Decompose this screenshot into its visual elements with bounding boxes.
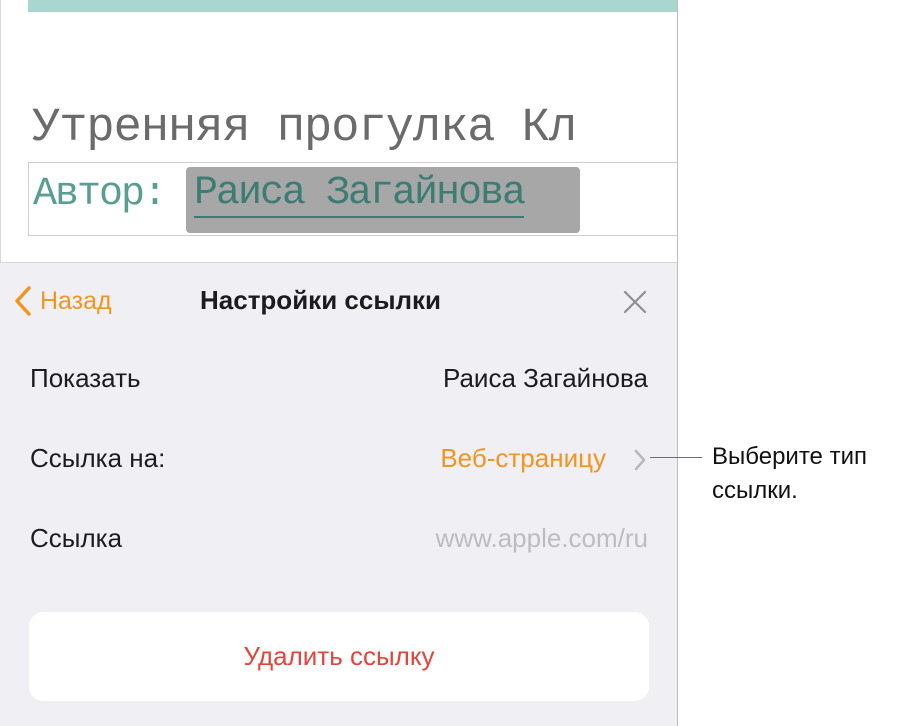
- back-button-label: Назад: [40, 286, 112, 315]
- display-label: Показать: [30, 363, 141, 393]
- page-edge: [0, 0, 1, 262]
- document-title[interactable]: Утренняя прогулка Кл: [32, 102, 577, 155]
- device-screen: Утренняя прогулка Кл Автор: Раиса Загайн…: [0, 0, 678, 726]
- author-name-link[interactable]: Раиса Загайнова: [194, 172, 526, 218]
- chevron-left-icon: [15, 286, 31, 316]
- link-label: Ссылка: [30, 523, 123, 553]
- close-icon: [623, 290, 647, 314]
- callout-leader-line: [650, 457, 702, 458]
- link-to-label: Ссылка на:: [30, 443, 166, 473]
- link-url-field[interactable]: www.apple.com/ru: [436, 523, 648, 554]
- display-value-field[interactable]: Раиса Загайнова: [443, 363, 648, 394]
- document-canvas: Утренняя прогулка Кл Автор: Раиса Загайн…: [0, 0, 677, 262]
- callout-text: Выберите тип ссылки.: [712, 443, 867, 504]
- link-settings-panel: Назад Настройки ссылки Показать Раиса За…: [0, 262, 677, 726]
- link-type-selector[interactable]: Веб-страницу: [440, 443, 606, 474]
- close-button[interactable]: [622, 289, 648, 315]
- chevron-right-icon[interactable]: [632, 447, 648, 473]
- document-header-band: [28, 0, 677, 12]
- delete-link-button[interactable]: Удалить ссылку: [29, 612, 649, 701]
- back-button[interactable]: Назад: [14, 285, 112, 317]
- author-label[interactable]: Автор:: [33, 172, 167, 217]
- author-name-selection[interactable]: Раиса Загайнова: [186, 167, 580, 233]
- panel-title: Настройки ссылки: [200, 285, 442, 315]
